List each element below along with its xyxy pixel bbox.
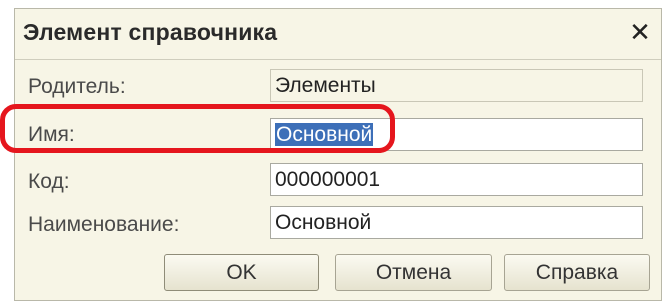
name-value-selected: Основной bbox=[275, 123, 374, 146]
parent-label: Родитель: bbox=[28, 75, 126, 98]
title-bar: Элемент справочника ✕ bbox=[15, 9, 661, 60]
code-field[interactable]: 000000001 bbox=[270, 163, 643, 196]
name-label: Имя: bbox=[28, 123, 75, 146]
ok-button[interactable]: OK bbox=[164, 254, 319, 291]
description-field[interactable]: Основной bbox=[270, 206, 643, 239]
name-field[interactable]: Основной bbox=[270, 118, 643, 151]
description-label: Наименование: bbox=[28, 213, 180, 236]
close-icon[interactable]: ✕ bbox=[625, 17, 655, 47]
parent-value: Элементы bbox=[275, 74, 376, 97]
dialog-title: Элемент справочника bbox=[23, 19, 278, 45]
help-button[interactable]: Справка bbox=[504, 254, 650, 291]
cancel-button[interactable]: Отмена bbox=[335, 254, 492, 291]
description-value: Основной bbox=[275, 211, 372, 234]
catalog-item-dialog: Элемент справочника ✕ Родитель: Элементы… bbox=[14, 8, 662, 301]
parent-field[interactable]: Элементы bbox=[270, 69, 643, 102]
code-value: 000000001 bbox=[275, 168, 381, 191]
code-label: Код: bbox=[28, 170, 70, 193]
